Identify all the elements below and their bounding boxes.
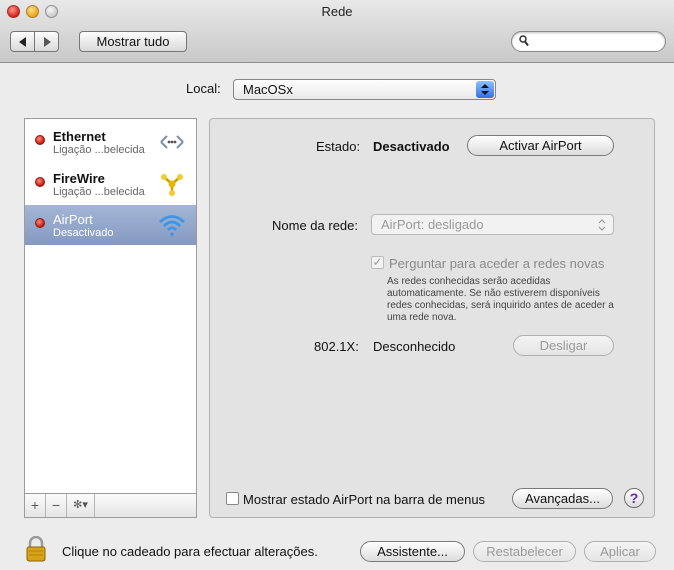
search-icon: [519, 35, 529, 47]
network-name-label: Nome da rede:: [272, 218, 358, 233]
apply-button[interactable]: Aplicar: [584, 541, 656, 562]
revert-button[interactable]: Restabelecer: [473, 541, 576, 562]
status-label: Estado:: [316, 139, 361, 154]
wifi-icon: [159, 215, 185, 237]
window-title: Rede: [321, 4, 353, 19]
search-input[interactable]: [511, 31, 666, 52]
network-name-select[interactable]: AirPort: desligado: [371, 214, 614, 235]
service-name: Ethernet: [53, 129, 106, 144]
location-value: MacOSx: [243, 82, 293, 97]
firewire-icon: [161, 174, 183, 196]
service-status: Desactivado: [53, 227, 114, 239]
service-list: Ethernet Ligação ...belecida FireWire Li…: [24, 118, 197, 494]
service-item-firewire[interactable]: FireWire Ligação ...belecida: [25, 164, 196, 204]
action-menu-button[interactable]: ✻▾: [67, 494, 95, 517]
service-list-toolbar: + − ✻▾: [24, 494, 197, 518]
toolbar: Rede Mostrar tudo: [0, 0, 674, 63]
status-dot-icon: [35, 218, 45, 228]
back-button[interactable]: [10, 31, 35, 52]
status-dot-icon: [35, 135, 45, 145]
service-name: FireWire: [53, 171, 105, 186]
service-item-ethernet[interactable]: Ethernet Ligação ...belecida: [25, 122, 196, 162]
location-label: Local:: [186, 81, 221, 96]
show-airport-status-checkbox[interactable]: [226, 492, 239, 505]
show-all-button[interactable]: Mostrar tudo: [79, 31, 187, 52]
add-service-button[interactable]: +: [25, 494, 46, 517]
service-status: Ligação ...belecida: [53, 144, 145, 156]
chevron-updown-icon: [598, 219, 606, 231]
network-name-value: AirPort: desligado: [381, 217, 484, 232]
show-airport-status-label: Mostrar estado AirPort na barra de menus: [243, 492, 486, 507]
select-arrows-icon: [476, 81, 494, 98]
network-preferences-window: Rede Mostrar tudo Local: MacOSx Ethernet…: [0, 0, 674, 570]
service-item-airport[interactable]: AirPort Desactivado: [25, 205, 196, 245]
status-value: Desactivado: [373, 139, 450, 154]
dot1x-value: Desconhecido: [373, 339, 456, 354]
ask-new-networks-checkbox[interactable]: ✓: [371, 256, 384, 269]
assistant-button[interactable]: Assistente...: [360, 541, 465, 562]
activate-airport-button[interactable]: Activar AirPort: [467, 135, 614, 156]
forward-button[interactable]: [34, 31, 59, 52]
dot1x-label: 802.1X:: [314, 339, 359, 354]
ethernet-icon: [160, 135, 184, 149]
service-name: AirPort: [53, 212, 93, 227]
advanced-button[interactable]: Avançadas...: [512, 488, 613, 509]
lock-message: Clique no cadeado para efectuar alteraçõ…: [62, 544, 318, 559]
disconnect-button[interactable]: Desligar: [513, 335, 614, 356]
remove-service-button[interactable]: −: [46, 494, 67, 517]
ask-new-networks-label: Perguntar para aceder a redes novas: [389, 256, 605, 271]
location-select[interactable]: MacOSx: [233, 79, 496, 100]
lock-icon[interactable]: [26, 536, 46, 562]
service-status: Ligação ...belecida: [53, 186, 145, 198]
help-button[interactable]: ?: [624, 488, 644, 508]
ask-new-networks-note: As redes conhecidas serão acedidas autom…: [387, 276, 614, 323]
status-dot-icon: [35, 177, 45, 187]
